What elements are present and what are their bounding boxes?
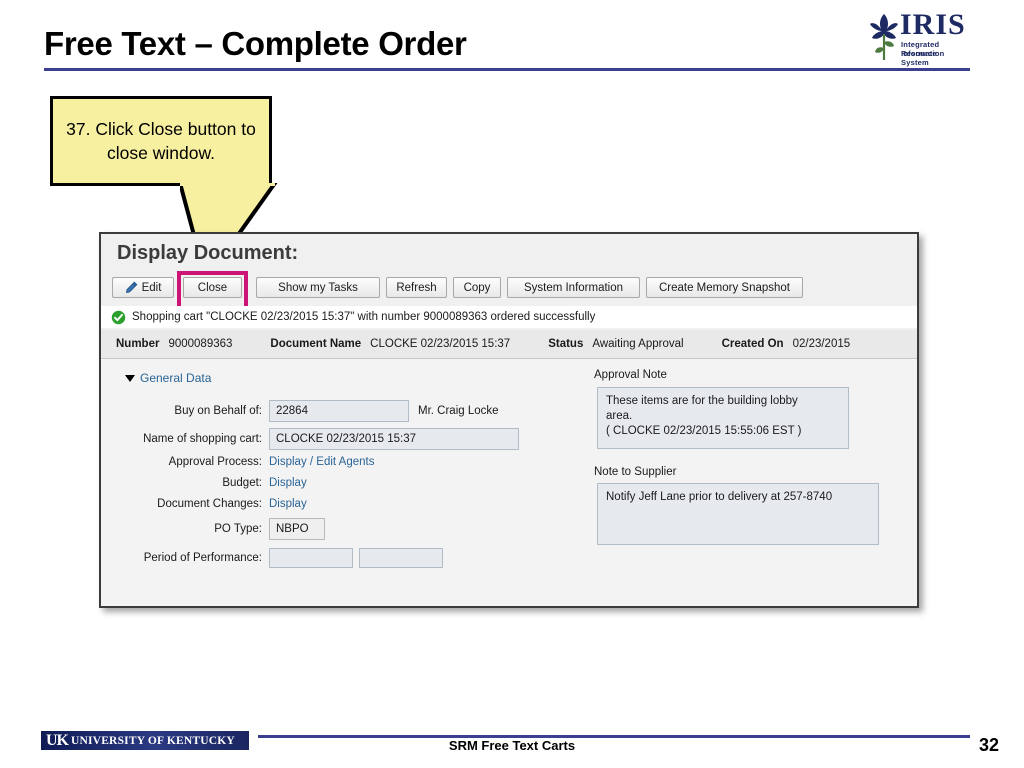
summary-created-on-label: Created On — [721, 338, 784, 350]
approval-note-line-1: These items are for the building lobby — [606, 395, 798, 407]
budget-display-link[interactable]: Display — [269, 477, 307, 489]
approval-note-line-3: ( CLOCKE 02/23/2015 15:55:06 EST ) — [606, 425, 802, 437]
success-check-icon — [111, 310, 126, 324]
supplier-note-textarea[interactable]: Notify Jeff Lane prior to delivery at 25… — [597, 483, 879, 545]
approval-note-label: Approval Note — [594, 369, 667, 381]
approval-note-line-2: area. — [606, 410, 633, 422]
iris-logo: IRIS Integrated Resource Information Sys… — [868, 8, 974, 67]
instruction-callout-text: 37. Click Close button to close window. — [66, 119, 256, 163]
summary-number-value: 9000089363 — [168, 338, 233, 350]
buy-on-behalf-name: Mr. Craig Locke — [418, 405, 499, 417]
po-type-value: NBPO — [269, 518, 325, 540]
approval-process-label: Approval Process: — [168, 456, 262, 468]
period-from-input[interactable] — [269, 548, 353, 568]
summary-document-name-value: CLOCKE 02/23/2015 15:37 — [370, 338, 511, 350]
general-data-label: General Data — [140, 371, 212, 385]
general-data-section-toggle[interactable]: General Data — [125, 371, 211, 385]
show-my-tasks-button[interactable]: Show my Tasks — [256, 277, 380, 298]
window-heading: Display Document: — [117, 242, 299, 264]
display-edit-agents-link[interactable]: Display / Edit Agents — [269, 456, 374, 468]
footer-title: SRM Free Text Carts — [448, 738, 576, 753]
success-message-text: Shopping cart "CLOCKE 02/23/2015 15:37" … — [132, 311, 596, 323]
summary-status-value: Awaiting Approval — [592, 338, 684, 350]
document-changes-display-link[interactable]: Display — [269, 498, 307, 510]
document-changes-row: Document Changes: Display — [119, 498, 307, 510]
close-button-highlight — [177, 271, 248, 310]
period-of-performance-label: Period of Performance: — [143, 552, 262, 564]
iris-flower-icon — [870, 14, 898, 60]
supplier-note-label: Note to Supplier — [594, 466, 677, 478]
budget-row: Budget: Display — [119, 477, 307, 489]
summary-status-label: Status — [548, 338, 584, 350]
general-data-panel: General Data Buy on Behalf of: 22864 Mr.… — [101, 359, 917, 606]
window-toolbar: Edit Close Show my Tasks Refresh Copy Sy… — [101, 271, 917, 310]
edit-button[interactable]: Edit — [112, 277, 174, 298]
cart-name-input[interactable]: CLOCKE 02/23/2015 15:37 — [269, 428, 519, 450]
edit-button-label: Edit — [141, 281, 162, 294]
refresh-button[interactable]: Refresh — [386, 277, 447, 298]
system-information-button[interactable]: System Information — [507, 277, 640, 298]
page-title: Free Text – Complete Order — [44, 25, 467, 62]
period-of-performance-row: Period of Performance: — [119, 548, 443, 568]
document-changes-label: Document Changes: — [157, 498, 262, 510]
po-type-label: PO Type: — [214, 523, 262, 535]
po-type-row: PO Type: NBPO — [119, 518, 325, 540]
summary-created-on-value: 02/23/2015 — [792, 338, 851, 350]
buy-on-behalf-row: Buy on Behalf of: 22864 Mr. Craig Locke — [119, 400, 499, 422]
approval-process-row: Approval Process: Display / Edit Agents — [119, 456, 375, 468]
copy-button[interactable]: Copy — [453, 277, 501, 298]
title-divider — [44, 68, 970, 71]
sap-display-document-window: Display Document: Edit Close Show my Tas… — [99, 232, 919, 608]
create-memory-snapshot-button[interactable]: Create Memory Snapshot — [646, 277, 803, 298]
cart-name-row: Name of shopping cart: CLOCKE 02/23/2015… — [119, 428, 519, 450]
period-to-input[interactable] — [359, 548, 443, 568]
page-number: 32 — [978, 735, 999, 755]
iris-wordmark: IRIS — [900, 8, 966, 41]
buy-on-behalf-input[interactable]: 22864 — [269, 400, 409, 422]
approval-note-textarea[interactable]: These items are for the building lobby a… — [597, 387, 849, 449]
document-summary-bar: Number 9000089363 Document Name CLOCKE 0… — [101, 330, 917, 359]
instruction-callout: 37. Click Close button to close window. — [50, 96, 272, 186]
chevron-down-icon — [125, 374, 135, 382]
supplier-note-text: Notify Jeff Lane prior to delivery at 25… — [606, 491, 833, 503]
budget-label: Budget: — [222, 477, 262, 489]
pencil-icon — [125, 281, 137, 294]
summary-document-name-label: Document Name — [270, 338, 362, 350]
buy-on-behalf-label: Buy on Behalf of: — [174, 405, 262, 417]
iris-tagline-line2: Information System — [901, 49, 945, 67]
summary-number-label: Number — [116, 338, 160, 350]
cart-name-label: Name of shopping cart: — [143, 433, 262, 445]
success-message-bar: Shopping cart "CLOCKE 02/23/2015 15:37" … — [101, 306, 917, 328]
